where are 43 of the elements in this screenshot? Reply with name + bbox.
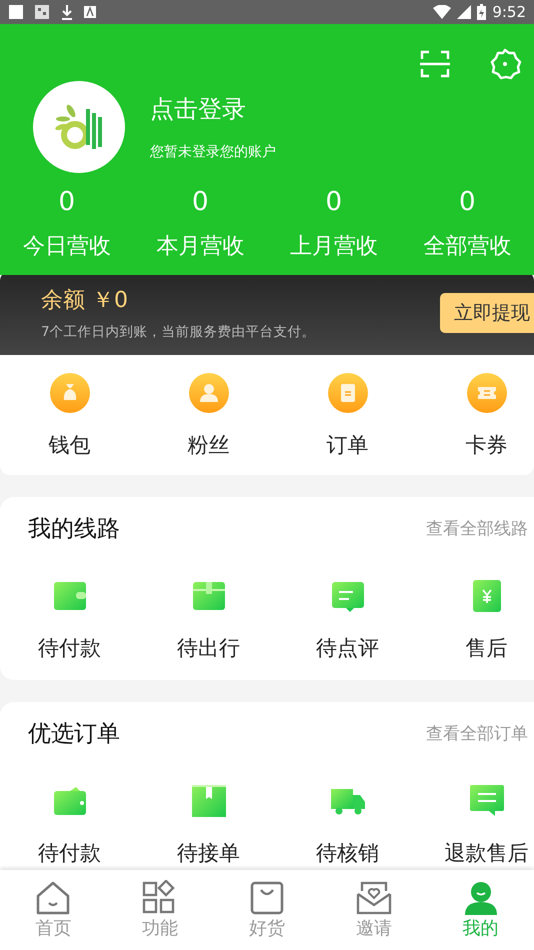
section-title: 优选订单 bbox=[28, 720, 120, 748]
status-label[interactable]: 退款售后 bbox=[444, 839, 528, 867]
quick-link-label[interactable]: 钱包 bbox=[48, 431, 90, 459]
stat-label: 上月营收 bbox=[290, 233, 378, 261]
settings-icon[interactable] bbox=[488, 47, 522, 81]
stat-value: 0 bbox=[58, 187, 76, 217]
person-icon[interactable] bbox=[188, 373, 228, 413]
status-label[interactable]: 待点评 bbox=[316, 634, 379, 662]
status-label[interactable]: 待接单 bbox=[177, 839, 240, 867]
home-icon bbox=[34, 880, 72, 916]
stat-value: 0 bbox=[192, 187, 209, 217]
status-label[interactable]: 待付款 bbox=[38, 634, 101, 662]
status-label[interactable]: 售后 bbox=[466, 634, 508, 662]
stat-label: 全部营收 bbox=[423, 233, 512, 261]
stat-label: 本月营收 bbox=[156, 233, 244, 261]
status-label[interactable]: 待出行 bbox=[177, 634, 240, 662]
section-title: 我的线路 bbox=[28, 514, 120, 544]
status-label[interactable]: 待付款 bbox=[38, 839, 101, 867]
scan-icon[interactable] bbox=[420, 50, 450, 78]
notification-icon bbox=[8, 4, 24, 20]
signal-icon bbox=[457, 5, 472, 19]
quick-link-label[interactable]: 粉丝 bbox=[188, 431, 230, 459]
withdraw-button[interactable]: 立即提现 bbox=[440, 292, 534, 332]
notification-icon bbox=[84, 6, 96, 18]
login-hint: 您暂未登录您的账户 bbox=[150, 143, 276, 161]
money-bag-icon[interactable] bbox=[50, 373, 90, 413]
clock-time: 9:52 bbox=[492, 3, 526, 21]
ticket-icon[interactable] bbox=[466, 373, 506, 413]
balance-amount: 余额 ￥0 bbox=[41, 287, 129, 315]
quick-link-label[interactable]: 订单 bbox=[326, 431, 368, 459]
download-icon bbox=[60, 4, 74, 20]
stat-value: 0 bbox=[458, 187, 476, 217]
wifi-icon bbox=[433, 5, 452, 19]
clipboard-icon[interactable] bbox=[328, 373, 368, 413]
heart-envelope-icon bbox=[354, 880, 393, 916]
notification-icon bbox=[34, 4, 50, 20]
stat-value: 0 bbox=[325, 187, 342, 217]
battery-icon bbox=[477, 4, 486, 20]
quick-link-label[interactable]: 卡券 bbox=[466, 431, 508, 459]
status-label[interactable]: 待核销 bbox=[316, 839, 379, 867]
balance-note: 7个工作日内到账，当前服务费由平台支付。 bbox=[41, 323, 316, 341]
logo-avatar[interactable] bbox=[33, 81, 125, 173]
stat-label: 今日营收 bbox=[22, 233, 111, 261]
